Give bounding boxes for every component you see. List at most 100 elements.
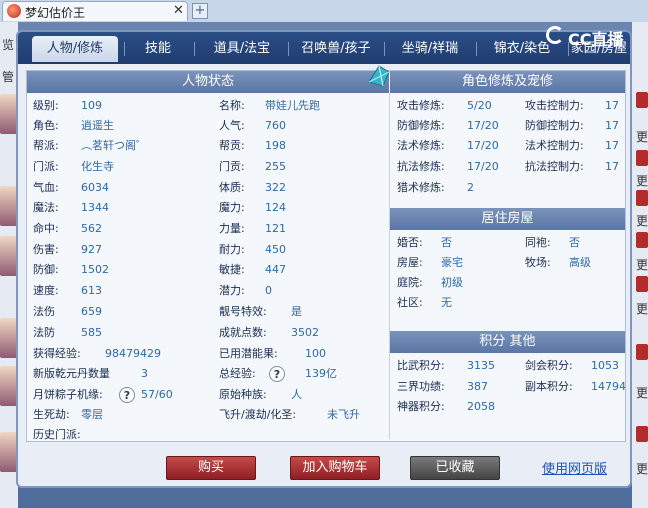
residence-row-community: 社区: 无: [397, 293, 623, 313]
help-icon[interactable]: ?: [119, 387, 135, 403]
stat-label: 帮贡:: [219, 139, 245, 152]
right-red-badge[interactable]: [636, 150, 648, 166]
stat-label: 生死劫:: [33, 408, 70, 421]
stat-value: 659: [81, 305, 102, 318]
stat-label: 耐力:: [219, 243, 245, 256]
browser-tab[interactable]: 梦幻估价王 ✕: [2, 1, 188, 21]
stat-value: ︵茗轩つ阁゜: [81, 139, 147, 152]
stat-value: 585: [81, 326, 102, 339]
right-red-badge[interactable]: [636, 232, 648, 248]
stat-value: 1502: [81, 263, 109, 276]
stat-row-original-race: 原始种族: 人: [219, 385, 387, 405]
stat-label: 月饼粽子机缘:: [33, 388, 103, 401]
stat-label: 副本积分:: [525, 380, 573, 393]
help-icon[interactable]: ?: [269, 366, 285, 382]
stat-value: 450: [265, 243, 286, 256]
stat-label: 魔力:: [219, 201, 245, 214]
stat-value: 760: [265, 119, 286, 132]
right-red-badge[interactable]: [636, 276, 648, 292]
add-to-cart-button[interactable]: 加入购物车: [290, 456, 380, 480]
stat-label: 飞升/渡劫/化圣:: [219, 408, 297, 421]
right-red-badge[interactable]: [636, 190, 648, 206]
left-truncated-text: 览: [2, 38, 15, 52]
right-red-badge[interactable]: [636, 92, 648, 108]
stat-label: 人气:: [219, 119, 245, 132]
stat-value: 17/20: [467, 160, 499, 173]
right-truncated-text: 更: [636, 130, 648, 144]
use-web-version-link[interactable]: 使用网页版: [542, 458, 607, 477]
stat-label: 新版乾元丹数量: [33, 367, 110, 380]
stat-label: 门贡:: [219, 160, 245, 173]
stat-label: 速度:: [33, 284, 59, 297]
stat-value: 255: [265, 160, 286, 173]
tab-divider: [288, 42, 289, 56]
right-red-badge[interactable]: [636, 344, 648, 360]
stat-row-school-contribution: 门贡: 255: [219, 157, 387, 177]
stat-label: 抗法修炼:: [397, 160, 445, 173]
new-tab-button[interactable]: +: [192, 3, 208, 19]
stat-label: 法防: [33, 326, 55, 339]
right-truncated-text: 更: [636, 462, 648, 476]
stat-value: 无: [441, 296, 452, 309]
stat-value: 17: [605, 119, 619, 132]
stat-label: 庭院:: [397, 276, 423, 289]
stat-row-defense: 防御: 1502: [33, 260, 213, 280]
points-row-arena: 比武积分: 3135 剑会积分: 1053: [397, 356, 623, 376]
points-row-merit: 三界功绩: 387 副本积分: 14794: [397, 377, 626, 397]
stat-label: 法伤: [33, 305, 55, 318]
stat-label: 神器积分:: [397, 400, 445, 413]
stat-value: 17/20: [467, 119, 499, 132]
stat-label: 防御修炼:: [397, 119, 445, 132]
tab-character-cultivation[interactable]: 人物/修炼: [32, 36, 118, 62]
stat-value: 124: [265, 201, 286, 214]
stat-row-mp: 魔法: 1344: [33, 198, 213, 218]
stat-row-potential-fruits: 已用潜能果: 100: [219, 344, 387, 364]
stat-label: 名称:: [219, 99, 245, 112]
tab-skills[interactable]: 技能: [128, 36, 188, 62]
stat-row-ascension: 飞升/渡劫/化圣: 未飞升: [219, 405, 387, 425]
stat-row-achievement-points: 成就点数: 3502: [219, 323, 387, 343]
buy-button[interactable]: 购买: [166, 456, 256, 480]
stat-row-constitution: 体质: 322: [219, 178, 387, 198]
residence-row-courtyard: 庭院: 初级: [397, 273, 623, 293]
stat-label: 级别:: [33, 99, 59, 112]
stat-value: 2: [467, 181, 474, 194]
stat-label: 防御:: [33, 263, 59, 276]
stat-row-damage: 伤害: 927: [33, 240, 213, 260]
stat-row-magic-power: 魔力: 124: [219, 198, 387, 218]
stat-label: 靓号特效:: [219, 305, 267, 318]
stat-label: 魔法:: [33, 201, 59, 214]
stat-row-life-death-tribulation: 生死劫: 零层: [33, 405, 213, 425]
stat-row-endurance: 耐力: 450: [219, 240, 387, 260]
cultivation-row-spell: 法术修炼: 17/20 法术控制力: 17: [397, 136, 623, 156]
stat-value: 化生寺: [81, 160, 114, 173]
stat-value: 17: [605, 139, 619, 152]
stat-value: 带娃儿先跑: [265, 99, 320, 112]
gem-ornament-icon: [368, 65, 390, 87]
stat-label: 角色:: [33, 119, 59, 132]
stat-value: 17: [605, 160, 619, 173]
category-tab-bar: 人物/修炼 技能 道具/法宝 召唤兽/孩子 坐骑/祥瑞 锦衣/染色 家园/房屋: [18, 32, 630, 64]
cultivation-section-header: 角色修炼及宠修: [390, 71, 625, 93]
stat-row-guild: 帮派: ︵茗轩つ阁゜: [33, 136, 213, 156]
stat-value: 否: [569, 236, 580, 249]
cultivation-row-attack: 攻击修炼: 5/20 攻击控制力: 17: [397, 96, 623, 116]
stat-value: 5/20: [467, 99, 492, 112]
stat-label: 成就点数:: [219, 326, 267, 339]
stat-value: 139亿: [305, 367, 337, 380]
right-truncated-text: 更: [636, 302, 648, 316]
right-truncated-text: 更: [636, 214, 648, 228]
collected-button[interactable]: 已收藏: [410, 456, 500, 480]
close-tab-icon[interactable]: ✕: [173, 3, 184, 18]
stat-row-hit: 命中: 562: [33, 219, 213, 239]
stat-label: 伤害:: [33, 243, 59, 256]
cc-logo-icon: [546, 26, 564, 44]
tab-mounts[interactable]: 坐骑/祥瑞: [386, 36, 474, 62]
browser-tab-bar: 梦幻估价王 ✕ +: [0, 0, 648, 23]
stat-value: 1053: [591, 359, 619, 372]
tab-summons-children[interactable]: 召唤兽/孩子: [290, 36, 382, 62]
stat-row-experience: 获得经验: 98479429: [33, 344, 213, 364]
tab-items-treasures[interactable]: 道具/法宝: [198, 36, 286, 62]
stat-value: 未飞升: [327, 408, 360, 421]
right-red-badge[interactable]: [636, 426, 648, 442]
